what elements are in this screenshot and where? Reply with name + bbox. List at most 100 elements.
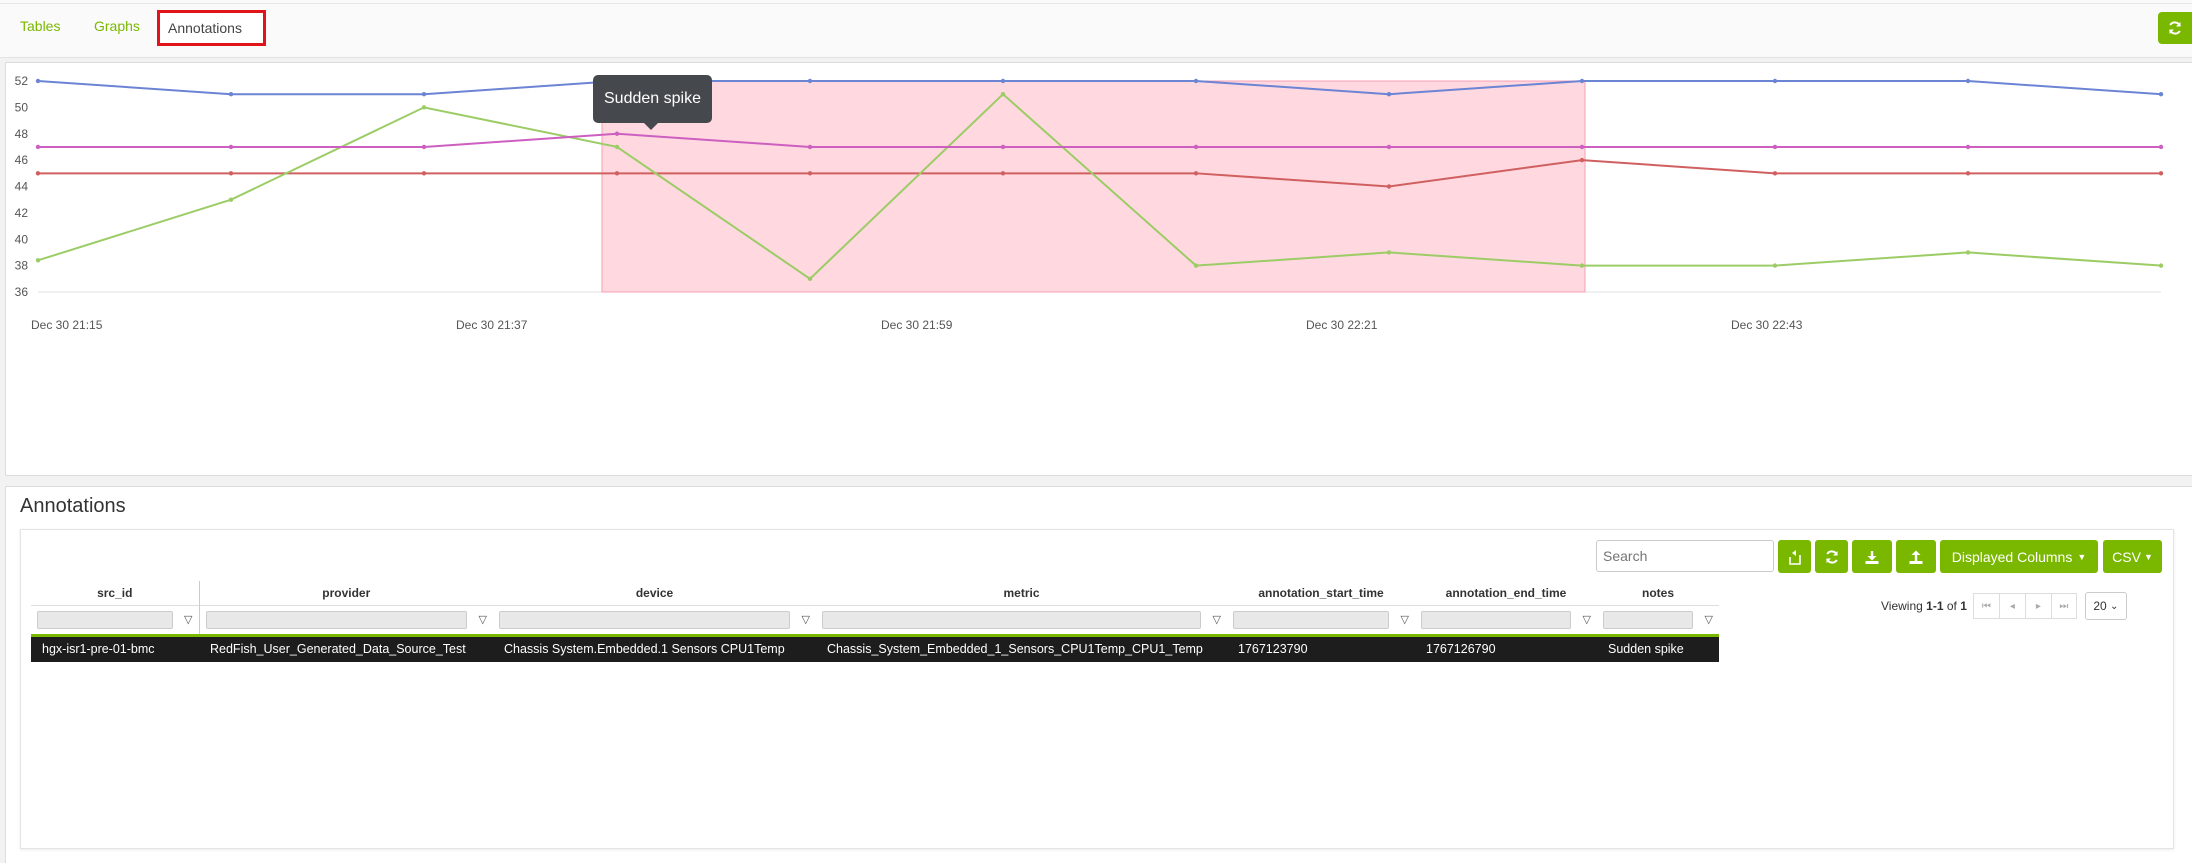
cell-end-time: 1767126790 <box>1415 633 1597 662</box>
data-point <box>35 78 41 84</box>
upload-button[interactable] <box>1896 540 1936 573</box>
column-filter[interactable]: ▽ <box>816 604 1227 635</box>
column-header[interactable]: annotation_start_time <box>1227 581 1415 605</box>
filter-input[interactable] <box>1603 610 1693 629</box>
cell-src-id: hgx-isr1-pre-01-bmc <box>31 633 199 662</box>
column-filter[interactable]: ▽ <box>493 604 816 635</box>
data-point <box>1000 144 1006 150</box>
y-tick-label: 38 <box>15 259 29 273</box>
y-tick-label: 40 <box>15 232 29 246</box>
page-size-select[interactable]: 20 ⌄ <box>2084 592 2127 620</box>
last-page-button[interactable]: ⏭ <box>2050 593 2077 619</box>
data-point <box>1193 78 1199 84</box>
tab-annotations[interactable]: Annotations <box>157 10 266 46</box>
data-point <box>1000 171 1006 176</box>
annotation-tooltip: Sudden spike <box>593 75 712 130</box>
cell-device: Chassis System.Embedded.1 Sensors CPU1Te… <box>493 633 816 662</box>
column-header[interactable]: metric <box>816 581 1227 605</box>
caret-down-icon: ▼ <box>2143 551 2153 562</box>
column-header[interactable]: device <box>493 581 816 605</box>
data-point <box>1000 91 1006 97</box>
page-size-value: 20 <box>2093 599 2107 613</box>
column-filter[interactable]: ▽ <box>199 604 493 635</box>
annotations-table-container: Displayed Columns ▼ CSV ▼ src_id provide… <box>20 529 2174 849</box>
table-row[interactable]: hgx-isr1-pre-01-bmc RedFish_User_Generat… <box>31 633 1719 662</box>
filter-input[interactable] <box>37 610 173 629</box>
tab-tables[interactable]: Tables <box>12 10 68 46</box>
data-point <box>35 171 41 176</box>
data-point <box>1772 144 1778 150</box>
data-point <box>1386 184 1392 189</box>
filter-icon[interactable]: ▽ <box>1389 613 1409 626</box>
data-point <box>1579 157 1585 163</box>
column-header[interactable]: src_id <box>31 581 200 605</box>
x-tick-label: Dec 30 21:59 <box>881 318 953 332</box>
data-point <box>1772 78 1778 84</box>
filter-input[interactable] <box>822 610 1201 629</box>
download-button[interactable] <box>1852 540 1892 573</box>
data-point <box>2158 144 2164 150</box>
y-tick-label: 50 <box>15 100 29 114</box>
reset-view-button[interactable] <box>1778 540 1811 573</box>
upload-icon <box>1909 550 1923 564</box>
prev-page-button[interactable]: ◂ <box>1998 593 2025 619</box>
filter-icon[interactable]: ▽ <box>1201 613 1221 626</box>
column-header[interactable]: provider <box>199 581 493 605</box>
line-chart[interactable]: 52 50 48 46 44 42 40 38 36 Dec 30 21:15 Dec 30 21:… <box>6 63 2192 477</box>
data-point <box>1579 263 1585 268</box>
data-point <box>807 276 813 282</box>
data-point <box>614 131 620 136</box>
displayed-columns-dropdown[interactable]: Displayed Columns ▼ <box>1940 540 2098 573</box>
column-filter[interactable]: ▽ <box>1597 604 1719 635</box>
data-point <box>421 91 427 97</box>
data-point <box>228 171 234 176</box>
undo-icon <box>1788 549 1801 565</box>
refresh-button[interactable] <box>2158 12 2192 44</box>
filter-input[interactable] <box>1233 610 1389 629</box>
next-page-button[interactable]: ▸ <box>2024 593 2051 619</box>
column-filter[interactable]: ▽ <box>31 604 200 635</box>
column-header[interactable]: annotation_end_time <box>1415 581 1597 605</box>
annotations-table: src_id provider device metric annotation… <box>31 581 1719 662</box>
cell-metric: Chassis_System_Embedded_1_Sensors_CPU1Te… <box>816 633 1227 662</box>
y-tick-label: 44 <box>15 180 29 194</box>
refresh-table-button[interactable] <box>1815 540 1848 573</box>
column-header[interactable]: notes <box>1597 581 1719 605</box>
column-filter[interactable]: ▽ <box>1227 604 1415 635</box>
chevron-down-icon: ⌄ <box>2110 600 2119 612</box>
filter-input[interactable] <box>205 610 467 629</box>
divider <box>0 3 2192 4</box>
y-tick-label: 36 <box>15 285 29 299</box>
data-point <box>1193 144 1199 150</box>
search-input[interactable] <box>1596 540 1774 572</box>
x-tick-label: Dec 30 21:15 <box>31 318 103 332</box>
data-point <box>1772 263 1778 268</box>
export-dropdown[interactable]: CSV ▼ <box>2103 540 2162 573</box>
first-page-button[interactable]: ⏮ <box>1972 593 1999 619</box>
x-tick-label: Dec 30 22:43 <box>1731 318 1803 332</box>
pager-total: 1 <box>1960 599 1967 613</box>
filter-icon[interactable]: ▽ <box>467 613 487 626</box>
pager-viewing-label: Viewing <box>1881 599 1923 613</box>
chart-panel: 52 50 48 46 44 42 40 38 36 Dec 30 21:15 Dec 30 21:… <box>5 62 2192 521</box>
filter-icon[interactable]: ▽ <box>1571 613 1591 626</box>
data-point <box>807 78 813 84</box>
filter-input[interactable] <box>499 610 790 629</box>
filter-input[interactable] <box>1421 610 1571 629</box>
data-point <box>228 197 234 202</box>
column-filter[interactable]: ▽ <box>1415 604 1597 635</box>
tab-bar: Tables Graphs Annotations <box>0 0 2192 58</box>
filter-icon[interactable]: ▽ <box>790 613 810 626</box>
data-point <box>2158 171 2164 176</box>
data-point <box>2158 91 2164 97</box>
data-point <box>35 144 41 150</box>
filter-icon[interactable]: ▽ <box>173 613 192 626</box>
filter-icon[interactable]: ▽ <box>1693 613 1713 626</box>
tab-graphs[interactable]: Graphs <box>86 10 148 46</box>
data-point <box>614 144 620 150</box>
x-tick-label: Dec 30 21:37 <box>456 318 528 332</box>
data-point <box>421 105 427 110</box>
y-tick-label: 42 <box>15 206 29 220</box>
data-point <box>1386 250 1392 255</box>
data-point <box>1965 78 1971 84</box>
